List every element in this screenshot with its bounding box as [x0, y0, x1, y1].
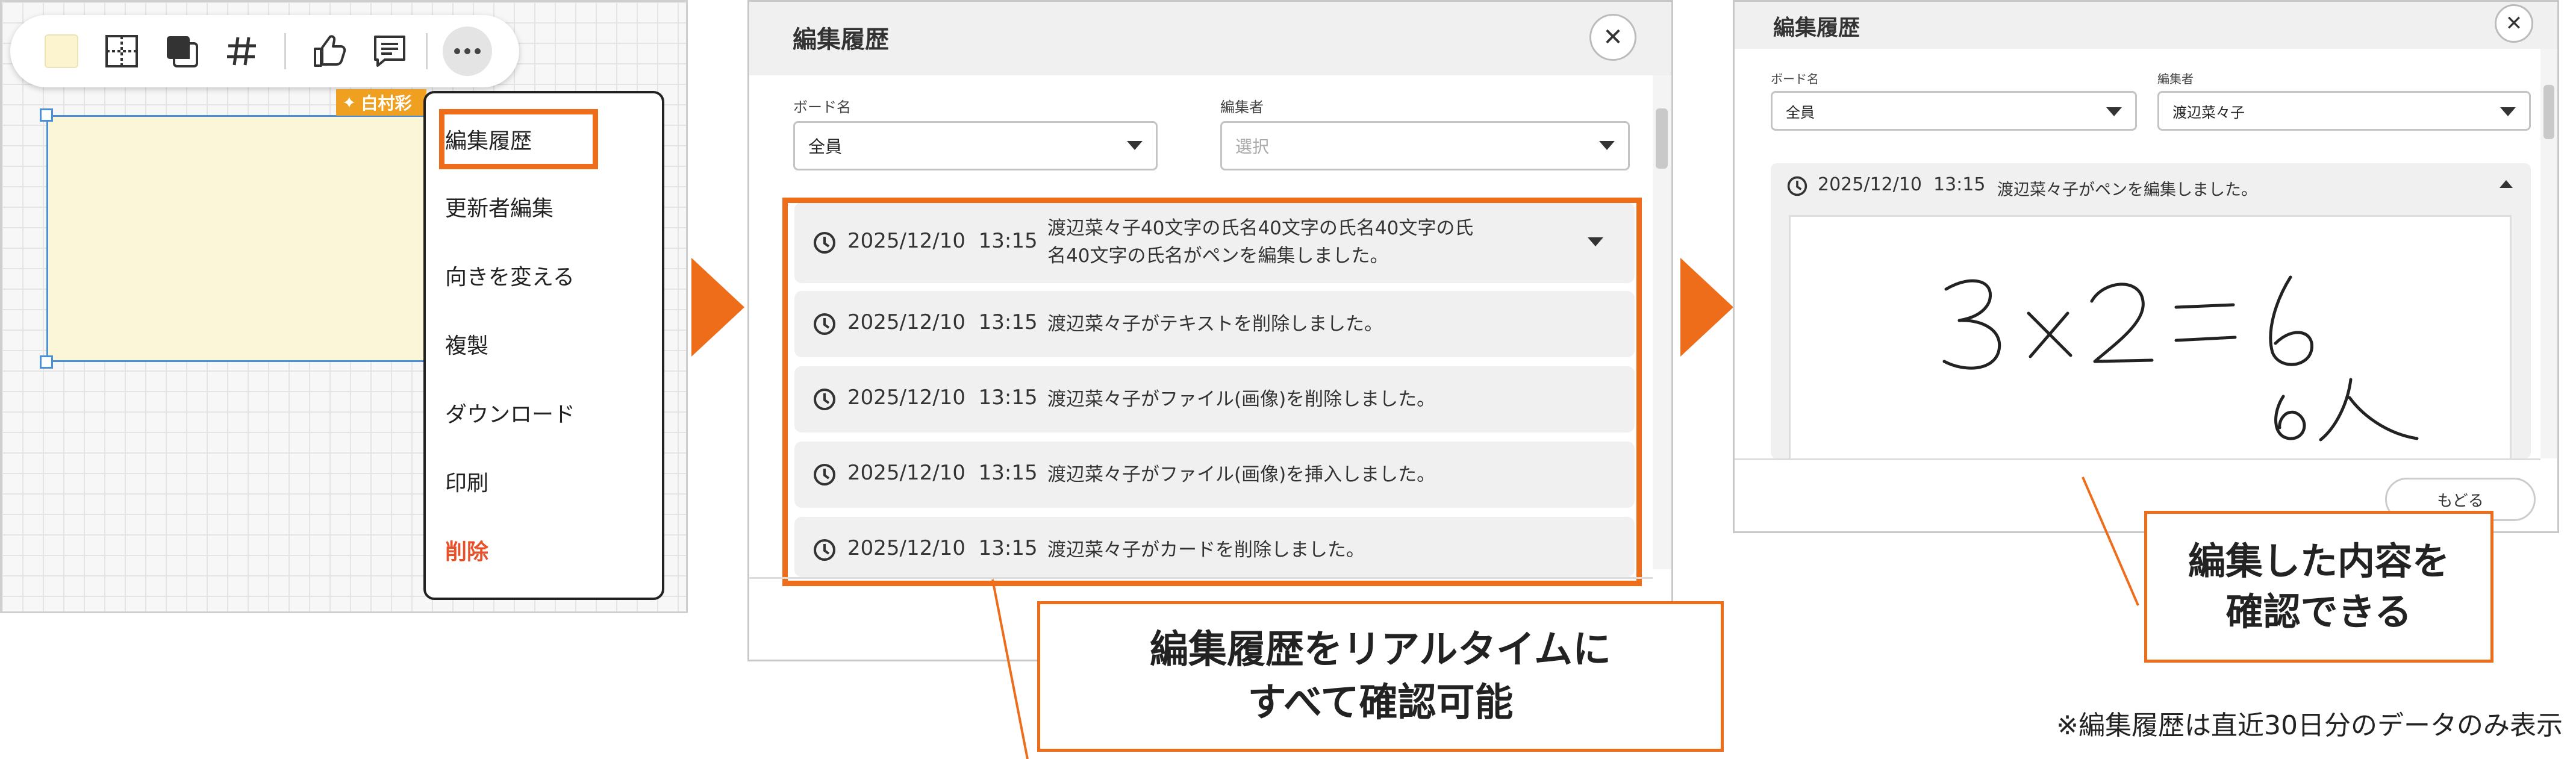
history-row-expanded: 2025/12/10 13:15 渡辺菜々子がペンを編集しました。: [1771, 163, 2531, 458]
editor-label: 編集者: [2157, 72, 2194, 86]
sticky-color-icon[interactable]: [43, 33, 80, 69]
caption-line: 確認できる: [2225, 590, 2412, 634]
editor-select-value: 渡辺菜々子: [2172, 104, 2245, 121]
footer-divider: [1735, 458, 2540, 460]
copy-icon[interactable]: [164, 33, 200, 69]
board-label: ボード名: [1771, 72, 1819, 86]
editor-label: 編集者: [1220, 99, 1264, 116]
toolbar-divider: [284, 33, 286, 69]
modal-title: 編集履歴: [1773, 16, 1860, 40]
caption-realtime: 編集履歴をリアルタイムに すべて確認可能: [1037, 601, 1724, 752]
clock-icon: [1787, 176, 1807, 196]
comment-icon[interactable]: [372, 33, 408, 69]
footnote: ※編集履歴は直近30日分のデータのみ表示: [2056, 710, 2563, 741]
user-tag-name: 白村彩: [361, 93, 412, 113]
menu-item-duplicate[interactable]: 複製: [445, 328, 488, 360]
editor-select[interactable]: 渡辺菜々子: [2157, 91, 2531, 131]
sticky-note[interactable]: [46, 115, 426, 362]
caption-line: すべて確認可能: [1247, 681, 1514, 725]
context-menu: 編集履歴 更新者編集 向きを変える 複製 ダウンロード 印刷 削除: [423, 91, 664, 600]
sprout-icon: ✦: [342, 92, 357, 113]
highlight-box: [782, 198, 1642, 586]
editor-select-placeholder: 選択: [1235, 137, 1270, 157]
scrollbar-thumb[interactable]: [1656, 108, 1668, 169]
history-modal: 編集履歴 ✕ ボード名 全員 編集者 選択 2025/12/10 13:15 渡…: [747, 0, 1673, 661]
back-button-label: もどる: [2437, 492, 2484, 510]
close-icon: ✕: [1603, 23, 1623, 51]
resize-handle-bottom-left[interactable]: [40, 355, 53, 369]
pen-drawing-preview: [1789, 215, 2512, 458]
history-date: 2025/12/10: [1818, 174, 1922, 195]
hashtag-icon[interactable]: [224, 33, 260, 69]
callout-line: [991, 579, 1029, 759]
toolbar-divider: [426, 33, 428, 69]
scrollbar[interactable]: [2540, 49, 2557, 458]
footer-divider: [749, 577, 1653, 579]
board-select-value: 全員: [1786, 104, 1815, 121]
highlight-box: [439, 109, 598, 169]
board-label: ボード名: [793, 99, 851, 116]
user-tag: ✦ 白村彩: [336, 89, 426, 116]
menu-item-delete[interactable]: 削除: [445, 534, 488, 566]
chevron-down-icon: [1599, 141, 1615, 150]
flow-arrow: [691, 258, 744, 357]
scrollbar[interactable]: [1653, 75, 1671, 569]
callout-line: [2082, 476, 2139, 606]
menu-item-edit-updater[interactable]: 更新者編集: [445, 191, 554, 222]
close-icon: ✕: [2505, 11, 2523, 36]
editor-select[interactable]: 選択: [1220, 121, 1630, 170]
chevron-down-icon: [1127, 141, 1143, 150]
caption-line: 編集履歴をリアルタイムに: [1149, 628, 1612, 672]
resize-handle-top-left[interactable]: [40, 108, 53, 122]
board-panel: ✦ 白村彩 編集履歴 更新者編集 向きを変える 複製 ダウンロード 印刷 削除: [0, 0, 688, 613]
modal-title: 編集履歴: [793, 26, 889, 54]
history-detail-modal: 編集履歴 ✕ ボード名 全員 編集者 渡辺菜々子 2025/12/10 13:1…: [1733, 0, 2559, 533]
history-message: 渡辺菜々子がペンを編集しました。: [1997, 181, 2257, 199]
history-time: 13:15: [1933, 174, 1986, 195]
chevron-down-icon: [2500, 107, 2516, 116]
card-toolbar: [10, 15, 519, 87]
board-select[interactable]: 全員: [1771, 91, 2137, 131]
scrollbar-thumb[interactable]: [2543, 85, 2554, 139]
menu-item-download[interactable]: ダウンロード: [445, 397, 575, 428]
caption-confirm: 編集した内容を 確認できる: [2144, 511, 2493, 663]
board-select[interactable]: 全員: [793, 121, 1158, 170]
thumbs-up-icon[interactable]: [311, 33, 348, 69]
caption-text: 編集した内容を 確認できる: [2188, 536, 2450, 637]
flow-arrow: [1680, 258, 1733, 357]
handwritten-drawing: [1942, 275, 2419, 442]
grid-icon[interactable]: [104, 33, 140, 69]
history-datetime: 2025/12/10 13:15: [1818, 174, 1985, 195]
caption-line: 編集した内容を: [2188, 539, 2450, 583]
caption-text: 編集履歴をリアルタイムに すべて確認可能: [1150, 623, 1611, 729]
chevron-down-icon: [2106, 107, 2122, 116]
chevron-up-icon[interactable]: [2500, 180, 2513, 188]
board-select-value: 全員: [808, 137, 843, 157]
more-icon[interactable]: [443, 27, 492, 76]
menu-item-rotate[interactable]: 向きを変える: [445, 260, 575, 291]
close-button[interactable]: ✕: [1589, 14, 1636, 61]
close-button[interactable]: ✕: [2495, 4, 2533, 43]
menu-item-print[interactable]: 印刷: [445, 466, 488, 497]
